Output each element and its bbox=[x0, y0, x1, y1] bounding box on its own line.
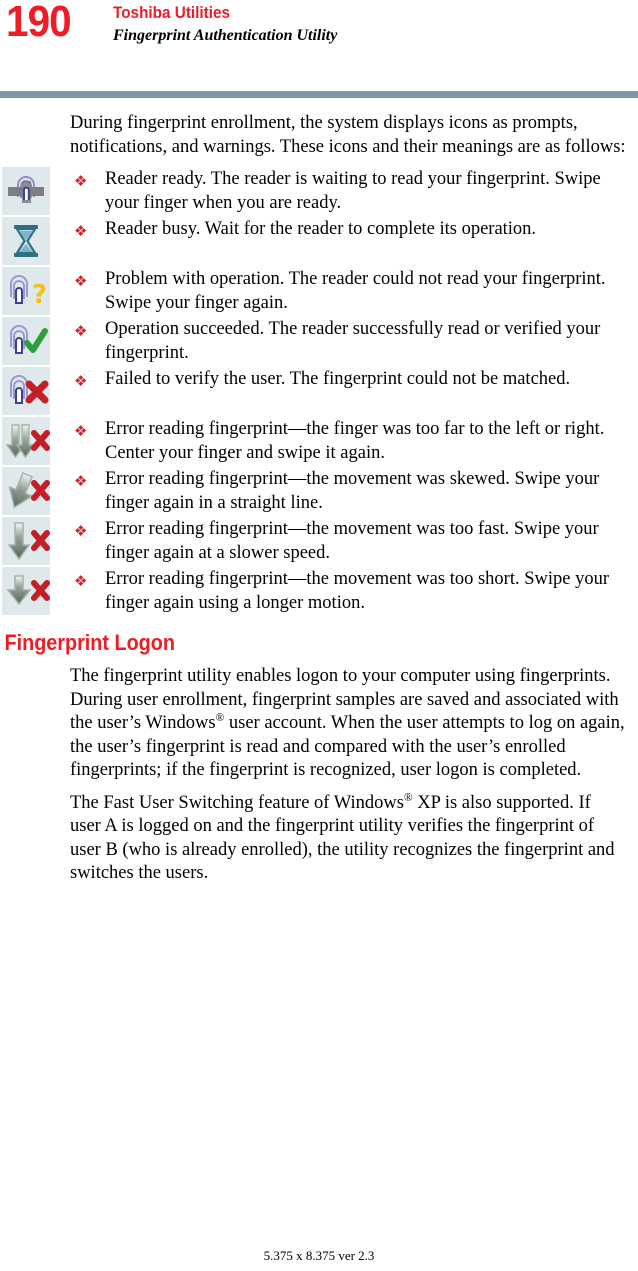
chapter-title: Toshiba Utilities bbox=[113, 3, 231, 22]
page-footer: 5.375 x 8.375 ver 2.3 bbox=[0, 1248, 638, 1264]
list-item-label: Error reading fingerprint—the finger was… bbox=[105, 419, 605, 463]
list-item-label: Operation succeeded. The reader successf… bbox=[105, 319, 601, 363]
list-item: ❖ Reader ready. The reader is waiting to… bbox=[0, 167, 638, 215]
list-item-label: Problem with operation. The reader could… bbox=[105, 269, 606, 313]
list-item-label: Error reading fingerprint—the movement w… bbox=[105, 519, 599, 563]
list-item: ❖ Reader busy. Wait for the reader to co… bbox=[0, 217, 638, 265]
bullet-diamond-icon: ❖ bbox=[74, 572, 88, 590]
list-item: ❖ Operation succeeded. The reader succes… bbox=[0, 317, 638, 365]
list-item: ❖ Error reading fingerprint—the finger w… bbox=[0, 417, 638, 465]
short-arrow-error-icon bbox=[2, 567, 50, 615]
running-section-title: Fingerprint Authentication Utility bbox=[113, 27, 338, 44]
skewed-arrow-error-icon bbox=[2, 467, 50, 515]
bullet-diamond-icon: ❖ bbox=[74, 222, 88, 240]
list-item: ❖ Failed to verify the user. The fingerp… bbox=[0, 367, 638, 415]
logon-paragraph-2: The Fast User Switching feature of Windo… bbox=[0, 792, 638, 886]
bullet-diamond-icon: ❖ bbox=[74, 472, 88, 490]
bullet-diamond-icon: ❖ bbox=[74, 322, 88, 340]
double-arrow-offcenter-error-icon bbox=[2, 417, 50, 465]
logon-paragraph-1: The fingerprint utility enables logon to… bbox=[0, 665, 638, 783]
bullet-diamond-icon: ❖ bbox=[74, 272, 88, 290]
bullet-diamond-icon: ❖ bbox=[74, 172, 88, 190]
hourglass-busy-icon bbox=[2, 217, 50, 265]
bullet-diamond-icon: ❖ bbox=[74, 372, 88, 390]
fingerprint-question-icon: ? bbox=[2, 267, 50, 315]
logon-paragraph-2-part-1: The Fast User Switching feature of Windo… bbox=[70, 792, 404, 813]
bullet-diamond-icon: ❖ bbox=[74, 422, 88, 440]
section-heading-fingerprint-logon: Fingerprint Logon bbox=[4, 630, 175, 655]
fingerprint-x-icon bbox=[2, 367, 50, 415]
svg-text:?: ? bbox=[32, 280, 47, 310]
list-item-label: Reader busy. Wait for the reader to comp… bbox=[105, 219, 537, 239]
long-arrow-fast-error-icon bbox=[2, 517, 50, 565]
list-item-label: Failed to verify the user. The fingerpri… bbox=[105, 369, 571, 389]
list-item: ❖ Error reading fingerprint—the movement… bbox=[0, 517, 638, 565]
registered-trademark-icon: ® bbox=[403, 791, 413, 804]
intro-paragraph: During fingerprint enrollment, the syste… bbox=[70, 113, 626, 157]
header-divider-rule bbox=[0, 91, 638, 98]
page-content: During fingerprint enrollment, the syste… bbox=[0, 112, 638, 895]
list-item-label: Reader ready. The reader is waiting to r… bbox=[105, 169, 601, 213]
bullet-diamond-icon: ❖ bbox=[74, 522, 88, 540]
page-header: 190 Toshiba Utilities Fingerprint Authen… bbox=[0, 0, 638, 98]
list-item: ❖ Error reading fingerprint—the movement… bbox=[0, 567, 638, 615]
fingerprint-reader-ready-icon bbox=[2, 167, 50, 215]
registered-trademark-icon: ® bbox=[215, 711, 225, 724]
list-item-label: Error reading fingerprint—the movement w… bbox=[105, 469, 600, 513]
list-item: ❖ Error reading fingerprint—the movement… bbox=[0, 467, 638, 515]
header-titles: Toshiba Utilities Fingerprint Authentica… bbox=[113, 2, 337, 47]
list-item-label: Error reading fingerprint—the movement w… bbox=[105, 569, 610, 613]
list-item: ? ❖ Problem with operation. The reader c… bbox=[0, 267, 638, 315]
footer-text: 5.375 x 8.375 ver 2.3 bbox=[263, 1248, 375, 1263]
fingerprint-check-icon bbox=[2, 317, 50, 365]
page-number: 190 bbox=[6, 0, 72, 46]
